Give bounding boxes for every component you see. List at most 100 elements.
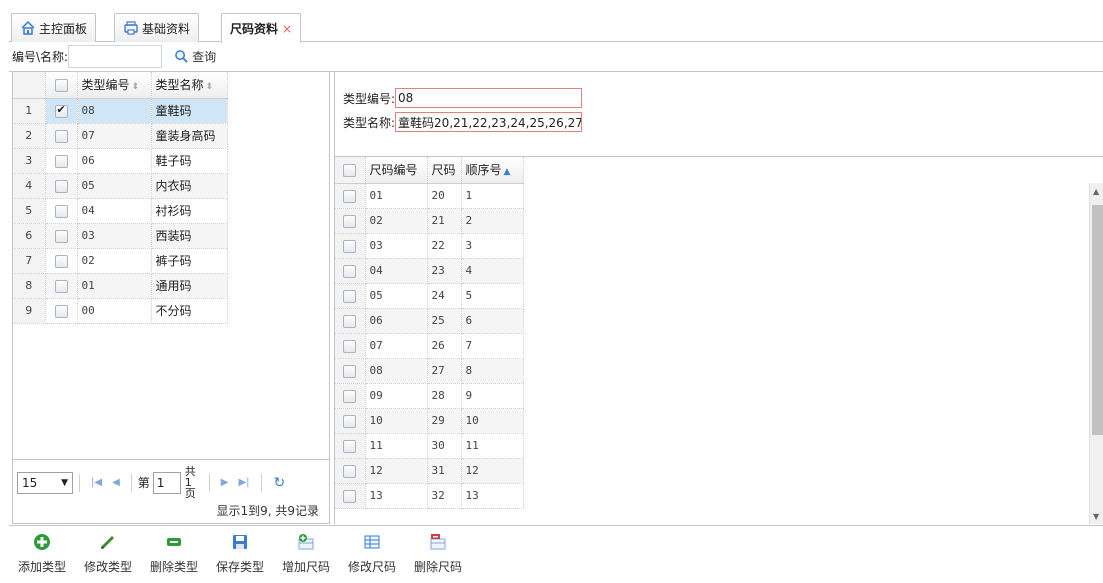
row-checkbox[interactable]	[343, 189, 357, 203]
row-checkbox-cell[interactable]	[335, 258, 366, 284]
size-code-header[interactable]: 尺码编号	[365, 157, 428, 184]
table-row[interactable]: 8 01 通用码	[13, 273, 228, 299]
add-row-button[interactable]: 增加尺码	[273, 526, 339, 582]
table-row[interactable]: 13 32 13	[335, 483, 524, 509]
close-icon[interactable]: ×	[282, 22, 292, 36]
row-checkbox-cell[interactable]	[335, 208, 366, 234]
row-checkbox[interactable]	[54, 103, 68, 118]
row-checkbox-cell[interactable]	[45, 98, 78, 124]
row-checkbox[interactable]	[54, 179, 68, 193]
table-row[interactable]: 01 20 1	[335, 183, 524, 209]
row-checkbox-cell[interactable]	[45, 123, 78, 149]
table-row[interactable]: 05 24 5	[335, 283, 524, 309]
row-checkbox[interactable]	[343, 364, 357, 378]
size-header[interactable]: 尺码	[427, 157, 462, 184]
table-row[interactable]: 5 04 衬衫码	[13, 198, 228, 224]
table-row[interactable]: 10 29 10	[335, 408, 524, 434]
table-row[interactable]: 06 25 6	[335, 308, 524, 334]
row-checkbox[interactable]	[54, 279, 68, 293]
table-row[interactable]: 08 27 8	[335, 358, 524, 384]
table-row[interactable]: 2 07 童装身高码	[13, 123, 228, 149]
row-checkbox[interactable]	[343, 439, 357, 453]
save-button[interactable]: 保存类型	[207, 526, 273, 582]
tab-basic-data[interactable]: 基础资料	[114, 13, 200, 42]
vertical-scrollbar[interactable]: ▲ ▼	[1089, 183, 1103, 524]
table-row[interactable]: 03 22 3	[335, 233, 524, 259]
type-code-header[interactable]: 类型编号 ⬍	[77, 72, 152, 99]
table-row[interactable]: 3 06 鞋子码	[13, 148, 228, 174]
row-checkbox[interactable]	[343, 389, 357, 403]
row-checkbox[interactable]	[343, 264, 357, 278]
type-code-field[interactable]: 08	[395, 88, 583, 108]
row-checkbox[interactable]	[54, 154, 68, 168]
scroll-up-icon[interactable]: ▲	[1093, 187, 1099, 196]
row-checkbox[interactable]	[54, 229, 68, 243]
row-checkbox-cell[interactable]	[335, 308, 366, 334]
row-checkbox-cell[interactable]	[335, 283, 366, 309]
table-row[interactable]: 6 03 西装码	[13, 223, 228, 249]
page-number-input[interactable]: 1	[152, 471, 181, 494]
query-button[interactable]: 查询	[174, 48, 216, 65]
tab-dashboard[interactable]: 主控面板	[11, 13, 97, 42]
row-checkbox-cell[interactable]	[335, 458, 366, 484]
row-checkbox[interactable]	[343, 239, 357, 253]
first-page-icon[interactable]: |◀	[91, 477, 102, 488]
order-header[interactable]: 顺序号 ▲	[461, 157, 524, 184]
row-checkbox-cell[interactable]	[45, 148, 78, 174]
row-checkbox[interactable]	[343, 314, 357, 328]
row-checkbox[interactable]	[54, 304, 68, 318]
table-row[interactable]: 12 31 12	[335, 458, 524, 484]
row-checkbox-cell[interactable]	[45, 298, 78, 324]
select-all-checkbox-cell[interactable]	[45, 72, 78, 99]
row-checkbox[interactable]	[343, 414, 357, 428]
table-row[interactable]: 9 00 不分码	[13, 298, 228, 324]
row-checkbox[interactable]	[343, 214, 357, 228]
minus-button[interactable]: 删除类型	[141, 526, 207, 582]
row-checkbox-cell[interactable]	[45, 273, 78, 299]
row-checkbox[interactable]	[343, 489, 357, 503]
type-name-header[interactable]: 类型名称 ⬍	[151, 72, 228, 99]
select-all-checkbox-cell[interactable]	[335, 157, 366, 184]
page-size-select[interactable]: 15 ▼	[17, 471, 73, 494]
prev-page-icon[interactable]: ◀	[112, 477, 120, 488]
last-page-icon[interactable]: ▶|	[238, 477, 249, 488]
row-checkbox-cell[interactable]	[335, 383, 366, 409]
row-checkbox-cell[interactable]	[45, 223, 78, 249]
row-checkbox-cell[interactable]	[335, 433, 366, 459]
table-row[interactable]: 4 05 内衣码	[13, 173, 228, 199]
row-checkbox[interactable]	[343, 339, 357, 353]
row-checkbox[interactable]	[54, 204, 68, 218]
table-row[interactable]: 1 08童鞋码	[13, 98, 228, 124]
select-all-checkbox[interactable]	[54, 78, 68, 92]
row-checkbox[interactable]	[343, 464, 357, 478]
table-row[interactable]: 09 28 9	[335, 383, 524, 409]
row-checkbox-cell[interactable]	[335, 358, 366, 384]
tab-size-data[interactable]: 尺码资料 ×	[221, 13, 302, 43]
row-checkbox-cell[interactable]	[45, 173, 78, 199]
scrollbar-thumb[interactable]	[1092, 205, 1103, 435]
table-row[interactable]: 7 02 裤子码	[13, 248, 228, 274]
pencil-button[interactable]: 修改类型	[75, 526, 141, 582]
table-row[interactable]: 07 26 7	[335, 333, 524, 359]
table-row[interactable]: 11 30 11	[335, 433, 524, 459]
table-row[interactable]: 02 21 2	[335, 208, 524, 234]
row-checkbox-cell[interactable]	[335, 183, 366, 209]
add-button[interactable]: 添加类型	[9, 526, 75, 582]
row-checkbox-cell[interactable]	[335, 233, 366, 259]
type-name-field[interactable]: 童鞋码20,21,22,23,24,25,26,27	[395, 112, 583, 132]
next-page-icon[interactable]: ▶	[221, 477, 229, 488]
row-checkbox[interactable]	[54, 254, 68, 268]
row-checkbox-cell[interactable]	[335, 483, 366, 509]
delete-row-button[interactable]: 删除尺码	[405, 526, 471, 582]
row-checkbox-cell[interactable]	[45, 248, 78, 274]
scroll-down-icon[interactable]: ▼	[1093, 512, 1099, 521]
search-input[interactable]	[68, 45, 163, 68]
table-row[interactable]: 04 23 4	[335, 258, 524, 284]
row-checkbox-cell[interactable]	[335, 333, 366, 359]
row-checkbox-cell[interactable]	[45, 198, 78, 224]
edit-table-button[interactable]: 修改尺码	[339, 526, 405, 582]
row-checkbox[interactable]	[54, 129, 68, 143]
refresh-icon[interactable]: ↻	[274, 475, 286, 491]
select-all-checkbox[interactable]	[343, 163, 357, 177]
row-checkbox[interactable]	[343, 289, 357, 303]
